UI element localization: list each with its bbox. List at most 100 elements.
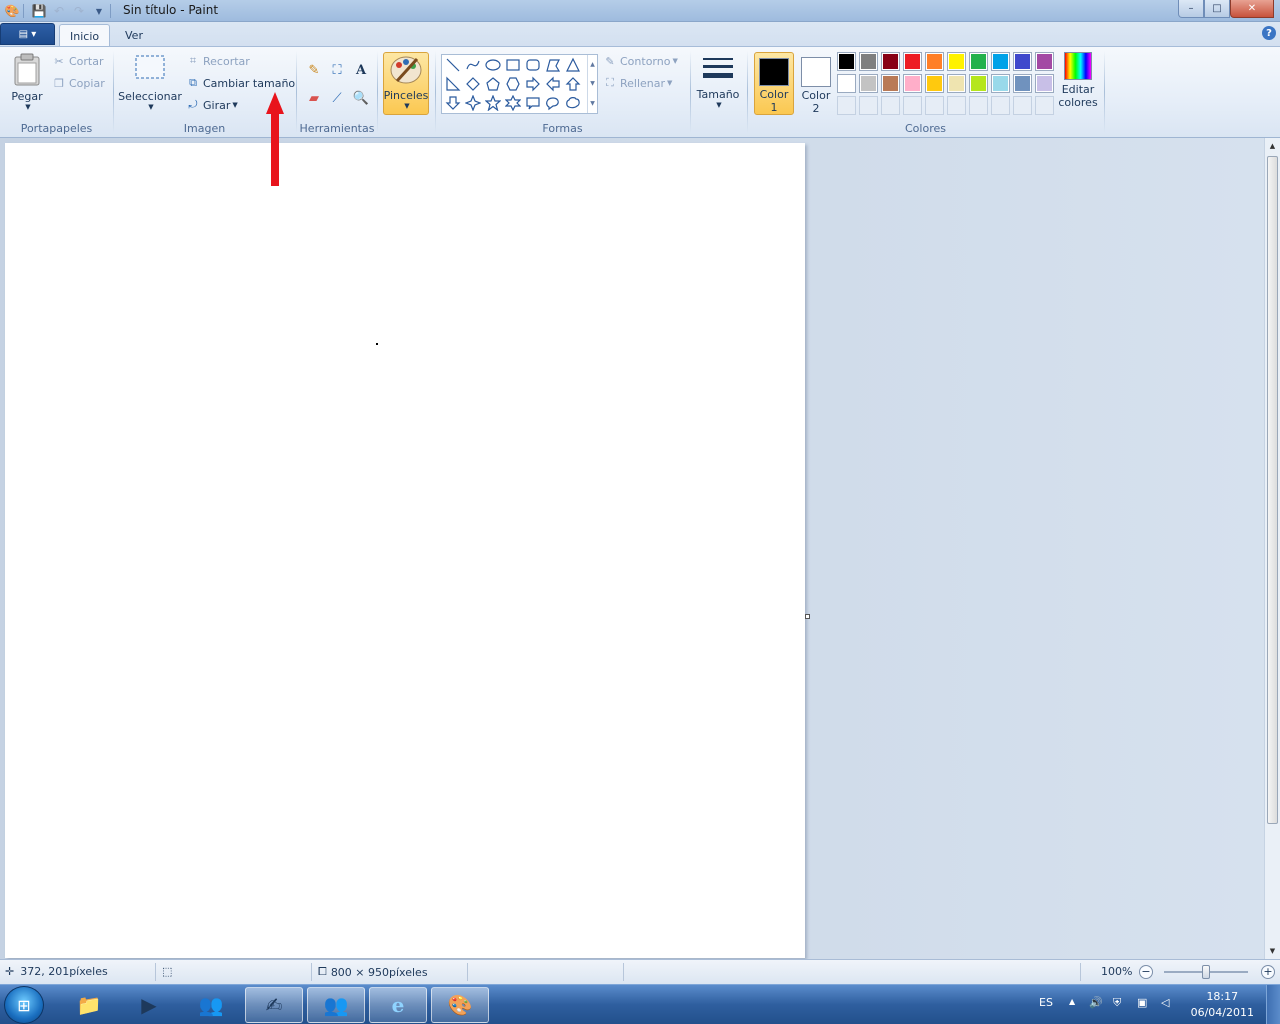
color2-button[interactable]: Color 2: [796, 52, 836, 115]
shapes-scrollbar[interactable]: ▲ ▼ ▼: [587, 55, 597, 113]
color1-button[interactable]: Color 1: [754, 52, 794, 115]
magnifier-icon[interactable]: 🔍: [350, 87, 372, 109]
pentagon-shape-icon[interactable]: [483, 74, 503, 94]
size-button[interactable]: Tamaño ▼: [695, 52, 741, 114]
crop-button[interactable]: ⌗ Recortar: [186, 54, 250, 68]
scrollbar-thumb[interactable]: [1267, 156, 1278, 824]
palette-custom-slot[interactable]: [969, 96, 988, 115]
rotate-button[interactable]: ⤾ Girar ▼: [186, 98, 237, 112]
vertical-scrollbar[interactable]: ▲ ▼: [1264, 138, 1280, 959]
rectangle-shape-icon[interactable]: [503, 55, 523, 75]
pencil-icon[interactable]: ✎: [303, 59, 325, 81]
right-triangle-shape-icon[interactable]: [443, 74, 463, 94]
cut-button[interactable]: ✂ Cortar: [52, 54, 103, 68]
palette-color-swatch[interactable]: [991, 74, 1010, 93]
tab-inicio[interactable]: Inicio: [59, 24, 111, 46]
palette-color-swatch[interactable]: [947, 52, 966, 71]
save-icon[interactable]: 💾: [31, 3, 47, 19]
up-arrow-shape-icon[interactable]: [563, 74, 583, 94]
taskbar-media-player[interactable]: ▶: [120, 987, 178, 1023]
taskbar-internet-explorer[interactable]: e: [369, 987, 427, 1023]
left-arrow-shape-icon[interactable]: [543, 74, 563, 94]
speaker-tray-icon[interactable]: ◁: [1161, 996, 1169, 1009]
fill-button[interactable]: ⛶ Rellenar ▼: [603, 76, 672, 90]
palette-custom-slot[interactable]: [903, 96, 922, 115]
outline-button[interactable]: ✎ Contorno ▼: [603, 54, 677, 68]
polygon-shape-icon[interactable]: [543, 55, 563, 75]
zoom-slider-thumb[interactable]: [1202, 965, 1210, 979]
minimize-button[interactable]: –: [1178, 0, 1204, 18]
palette-custom-slot[interactable]: [837, 96, 856, 115]
diamond-shape-icon[interactable]: [463, 74, 483, 94]
cloud-callout-shape-icon[interactable]: [563, 93, 583, 113]
palette-custom-slot[interactable]: [859, 96, 878, 115]
network-tray-icon[interactable]: ▣: [1137, 996, 1147, 1009]
maximize-button[interactable]: □: [1204, 0, 1230, 18]
edit-colors-button[interactable]: Editar colores: [1058, 52, 1098, 109]
taskbar-explorer[interactable]: 📁: [60, 987, 118, 1023]
palette-custom-slot[interactable]: [947, 96, 966, 115]
palette-color-swatch[interactable]: [903, 52, 922, 71]
scroll-down-icon[interactable]: ▼: [590, 80, 595, 87]
palette-color-swatch[interactable]: [969, 74, 988, 93]
rounded-callout-shape-icon[interactable]: [523, 93, 543, 113]
scroll-up-arrow-icon[interactable]: ▲: [1265, 138, 1280, 154]
scroll-up-icon[interactable]: ▲: [590, 61, 595, 68]
down-arrow-shape-icon[interactable]: [443, 93, 463, 113]
paste-button[interactable]: Pegar ▼: [7, 52, 47, 111]
start-button[interactable]: ⊞: [4, 986, 44, 1024]
select-button[interactable]: Seleccionar ▼: [118, 52, 182, 111]
oval-callout-shape-icon[interactable]: [543, 93, 563, 113]
close-button[interactable]: ✕: [1230, 0, 1274, 18]
rounded-rectangle-shape-icon[interactable]: [523, 55, 543, 75]
eraser-icon[interactable]: ▰: [303, 87, 325, 109]
palette-color-swatch[interactable]: [1013, 52, 1032, 71]
paint-menu-button[interactable]: ▤ ▾: [0, 23, 55, 45]
palette-color-swatch[interactable]: [1035, 52, 1054, 71]
palette-color-swatch[interactable]: [859, 52, 878, 71]
palette-color-swatch[interactable]: [925, 52, 944, 71]
zoom-out-button[interactable]: −: [1139, 965, 1153, 979]
undo-icon[interactable]: ↶: [51, 3, 67, 19]
palette-custom-slot[interactable]: [1013, 96, 1032, 115]
resize-button[interactable]: ⧉ Cambiar tamaño: [186, 76, 295, 90]
palette-color-swatch[interactable]: [1035, 74, 1054, 93]
text-tool-icon[interactable]: A: [350, 59, 372, 81]
copy-button[interactable]: ❐ Copiar: [52, 76, 105, 90]
show-desktop-button[interactable]: [1266, 985, 1280, 1024]
right-arrow-shape-icon[interactable]: [523, 74, 543, 94]
palette-color-swatch[interactable]: [837, 52, 856, 71]
taskbar-drawing-app[interactable]: ✍: [245, 987, 303, 1023]
palette-color-swatch[interactable]: [881, 52, 900, 71]
triangle-shape-icon[interactable]: [563, 55, 583, 75]
system-clock[interactable]: 18:17 06/04/2011: [1191, 989, 1254, 1021]
fill-bucket-icon[interactable]: ⛶: [326, 59, 348, 81]
oval-shape-icon[interactable]: [483, 55, 503, 75]
paint-app-icon[interactable]: 🎨: [4, 3, 20, 19]
palette-color-swatch[interactable]: [903, 74, 922, 93]
palette-custom-slot[interactable]: [881, 96, 900, 115]
palette-custom-slot[interactable]: [925, 96, 944, 115]
palette-custom-slot[interactable]: [1035, 96, 1054, 115]
taskbar-paint[interactable]: 🎨: [431, 987, 489, 1023]
tab-ver[interactable]: Ver: [115, 24, 153, 46]
hexagon-shape-icon[interactable]: [503, 74, 523, 94]
redo-icon[interactable]: ↷: [71, 3, 87, 19]
four-point-star-shape-icon[interactable]: [463, 93, 483, 113]
zoom-in-button[interactable]: +: [1261, 965, 1275, 979]
palette-color-swatch[interactable]: [991, 52, 1010, 71]
palette-color-swatch[interactable]: [947, 74, 966, 93]
volume-tray-icon[interactable]: 🔊: [1089, 996, 1103, 1009]
palette-color-swatch[interactable]: [881, 74, 900, 93]
palette-color-swatch[interactable]: [837, 74, 856, 93]
customize-qat-icon[interactable]: ▼: [91, 3, 107, 19]
help-icon[interactable]: ?: [1262, 26, 1276, 40]
taskbar-users[interactable]: 👥: [182, 987, 240, 1023]
palette-color-swatch[interactable]: [1013, 74, 1032, 93]
palette-color-swatch[interactable]: [969, 52, 988, 71]
color-picker-icon[interactable]: ⟋: [326, 87, 348, 109]
taskbar-messenger[interactable]: 👥: [307, 987, 365, 1023]
palette-custom-slot[interactable]: [991, 96, 1010, 115]
language-indicator[interactable]: ES: [1039, 996, 1053, 1009]
six-point-star-shape-icon[interactable]: [503, 93, 523, 113]
